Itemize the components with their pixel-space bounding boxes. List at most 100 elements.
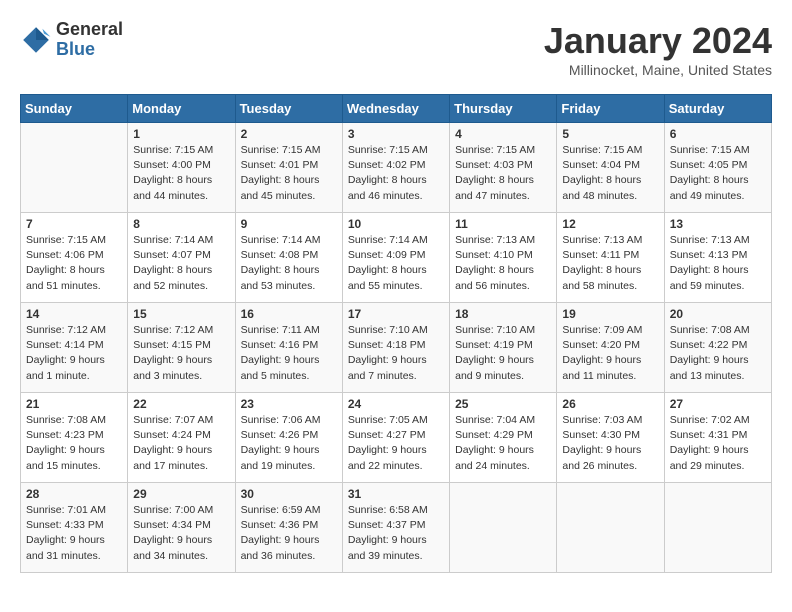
calendar-cell: 10 Sunrise: 7:14 AMSunset: 4:09 PMDayligh…: [342, 213, 449, 303]
calendar-cell: 30 Sunrise: 6:59 AMSunset: 4:36 PMDayligh…: [235, 483, 342, 573]
day-info: Sunrise: 7:06 AMSunset: 4:26 PMDaylight:…: [241, 413, 337, 474]
calendar-cell: 15 Sunrise: 7:12 AMSunset: 4:15 PMDayligh…: [128, 303, 235, 393]
calendar-cell: 21 Sunrise: 7:08 AMSunset: 4:23 PMDayligh…: [21, 393, 128, 483]
day-info: Sunrise: 7:02 AMSunset: 4:31 PMDaylight:…: [670, 413, 766, 474]
day-number: 22: [133, 397, 229, 411]
page-header: General Blue January 2024 Millinocket, M…: [20, 20, 772, 78]
calendar-cell: 28 Sunrise: 7:01 AMSunset: 4:33 PMDayligh…: [21, 483, 128, 573]
calendar-header: SundayMondayTuesdayWednesdayThursdayFrid…: [21, 95, 772, 123]
day-number: 18: [455, 307, 551, 321]
calendar-cell: 13 Sunrise: 7:13 AMSunset: 4:13 PMDayligh…: [664, 213, 771, 303]
calendar-week-1: 1 Sunrise: 7:15 AMSunset: 4:00 PMDaylight…: [21, 123, 772, 213]
day-number: 31: [348, 487, 444, 501]
calendar-cell: 20Sunrise: 7:08 AMSunset: 4:22 PMDayligh…: [664, 303, 771, 393]
logo-blue-text: Blue: [56, 40, 123, 60]
day-number: 27: [670, 397, 766, 411]
location-text: Millinocket, Maine, United States: [544, 62, 772, 78]
calendar-cell: 27 Sunrise: 7:02 AMSunset: 4:31 PMDayligh…: [664, 393, 771, 483]
day-number: 21: [26, 397, 122, 411]
calendar-week-4: 21 Sunrise: 7:08 AMSunset: 4:23 PMDayligh…: [21, 393, 772, 483]
logo-text: General Blue: [56, 20, 123, 60]
day-info: Sunrise: 7:13 AMSunset: 4:13 PMDaylight:…: [670, 233, 766, 294]
day-number: 3: [348, 127, 444, 141]
day-info: Sunrise: 7:04 AMSunset: 4:29 PMDaylight:…: [455, 413, 551, 474]
day-info: Sunrise: 6:59 AMSunset: 4:36 PMDaylight:…: [241, 503, 337, 564]
calendar-cell: 24 Sunrise: 7:05 AMSunset: 4:27 PMDayligh…: [342, 393, 449, 483]
day-number: 20: [670, 307, 766, 321]
day-info: Sunrise: 7:10 AMSunset: 4:19 PMDaylight:…: [455, 323, 551, 384]
calendar-cell: 29Sunrise: 7:00 AMSunset: 4:34 PMDayligh…: [128, 483, 235, 573]
day-info: Sunrise: 7:10 AMSunset: 4:18 PMDaylight:…: [348, 323, 444, 384]
calendar-cell: 14 Sunrise: 7:12 AMSunset: 4:14 PMDayligh…: [21, 303, 128, 393]
day-header-tuesday: Tuesday: [235, 95, 342, 123]
day-info: Sunrise: 7:13 AMSunset: 4:10 PMDaylight:…: [455, 233, 551, 294]
day-header-monday: Monday: [128, 95, 235, 123]
month-title: January 2024: [544, 20, 772, 62]
calendar-cell: 8Sunrise: 7:14 AMSunset: 4:07 PMDaylight…: [128, 213, 235, 303]
day-number: 8: [133, 217, 229, 231]
day-info: Sunrise: 7:15 AMSunset: 4:00 PMDaylight:…: [133, 143, 229, 204]
day-number: 10: [348, 217, 444, 231]
calendar-cell: 9Sunrise: 7:14 AMSunset: 4:08 PMDaylight…: [235, 213, 342, 303]
calendar-table: SundayMondayTuesdayWednesdayThursdayFrid…: [20, 94, 772, 573]
calendar-cell: 11 Sunrise: 7:13 AMSunset: 4:10 PMDayligh…: [450, 213, 557, 303]
day-number: 13: [670, 217, 766, 231]
day-info: Sunrise: 7:01 AMSunset: 4:33 PMDaylight:…: [26, 503, 122, 564]
day-number: 15: [133, 307, 229, 321]
day-number: 16: [241, 307, 337, 321]
day-number: 30: [241, 487, 337, 501]
day-number: 11: [455, 217, 551, 231]
day-number: 24: [348, 397, 444, 411]
day-number: 1: [133, 127, 229, 141]
logo-icon: [20, 24, 52, 56]
day-info: Sunrise: 7:12 AMSunset: 4:14 PMDaylight:…: [26, 323, 122, 384]
day-info: Sunrise: 7:15 AMSunset: 4:02 PMDaylight:…: [348, 143, 444, 204]
calendar-cell: 5 Sunrise: 7:15 AMSunset: 4:04 PMDaylight…: [557, 123, 664, 213]
day-info: Sunrise: 7:15 AMSunset: 4:04 PMDaylight:…: [562, 143, 658, 204]
day-info: Sunrise: 7:12 AMSunset: 4:15 PMDaylight:…: [133, 323, 229, 384]
day-header-sunday: Sunday: [21, 95, 128, 123]
calendar-week-3: 14 Sunrise: 7:12 AMSunset: 4:14 PMDayligh…: [21, 303, 772, 393]
calendar-cell: [557, 483, 664, 573]
day-info: Sunrise: 7:15 AMSunset: 4:05 PMDaylight:…: [670, 143, 766, 204]
calendar-cell: 31Sunrise: 6:58 AMSunset: 4:37 PMDayligh…: [342, 483, 449, 573]
logo: General Blue: [20, 20, 123, 60]
calendar-cell: 3 Sunrise: 7:15 AMSunset: 4:02 PMDaylight…: [342, 123, 449, 213]
day-number: 25: [455, 397, 551, 411]
logo-general-text: General: [56, 20, 123, 40]
day-number: 19: [562, 307, 658, 321]
day-number: 5: [562, 127, 658, 141]
calendar-cell: 23 Sunrise: 7:06 AMSunset: 4:26 PMDayligh…: [235, 393, 342, 483]
day-number: 23: [241, 397, 337, 411]
day-header-wednesday: Wednesday: [342, 95, 449, 123]
calendar-week-5: 28 Sunrise: 7:01 AMSunset: 4:33 PMDayligh…: [21, 483, 772, 573]
day-info: Sunrise: 7:14 AMSunset: 4:09 PMDaylight:…: [348, 233, 444, 294]
day-info: Sunrise: 7:09 AMSunset: 4:20 PMDaylight:…: [562, 323, 658, 384]
day-number: 29: [133, 487, 229, 501]
day-info: Sunrise: 7:15 AMSunset: 4:01 PMDaylight:…: [241, 143, 337, 204]
day-number: 7: [26, 217, 122, 231]
day-number: 17: [348, 307, 444, 321]
calendar-cell: [450, 483, 557, 573]
day-info: Sunrise: 7:08 AMSunset: 4:23 PMDaylight:…: [26, 413, 122, 474]
calendar-cell: 7 Sunrise: 7:15 AMSunset: 4:06 PMDaylight…: [21, 213, 128, 303]
day-info: Sunrise: 7:15 AMSunset: 4:06 PMDaylight:…: [26, 233, 122, 294]
day-info: Sunrise: 7:07 AMSunset: 4:24 PMDaylight:…: [133, 413, 229, 474]
day-info: Sunrise: 7:03 AMSunset: 4:30 PMDaylight:…: [562, 413, 658, 474]
calendar-cell: 4Sunrise: 7:15 AMSunset: 4:03 PMDaylight…: [450, 123, 557, 213]
day-info: Sunrise: 7:15 AMSunset: 4:03 PMDaylight:…: [455, 143, 551, 204]
calendar-cell: [664, 483, 771, 573]
day-number: 9: [241, 217, 337, 231]
day-info: Sunrise: 7:05 AMSunset: 4:27 PMDaylight:…: [348, 413, 444, 474]
calendar-cell: 2 Sunrise: 7:15 AMSunset: 4:01 PMDaylight…: [235, 123, 342, 213]
calendar-cell: 22 Sunrise: 7:07 AMSunset: 4:24 PMDayligh…: [128, 393, 235, 483]
day-number: 28: [26, 487, 122, 501]
day-number: 12: [562, 217, 658, 231]
calendar-cell: 19 Sunrise: 7:09 AMSunset: 4:20 PMDayligh…: [557, 303, 664, 393]
day-number: 2: [241, 127, 337, 141]
calendar-cell: 12Sunrise: 7:13 AMSunset: 4:11 PMDayligh…: [557, 213, 664, 303]
day-header-thursday: Thursday: [450, 95, 557, 123]
calendar-cell: 16Sunrise: 7:11 AMSunset: 4:16 PMDayligh…: [235, 303, 342, 393]
day-number: 14: [26, 307, 122, 321]
calendar-cell: 1 Sunrise: 7:15 AMSunset: 4:00 PMDaylight…: [128, 123, 235, 213]
